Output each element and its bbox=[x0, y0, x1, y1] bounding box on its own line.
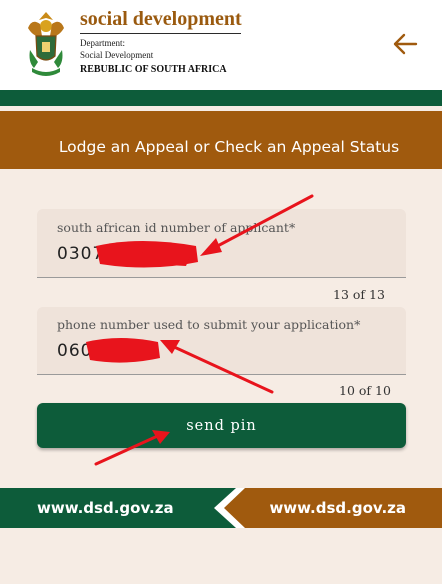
send-pin-label: send pin bbox=[186, 418, 257, 434]
footer-link-right[interactable]: www.dsd.gov.za bbox=[269, 488, 406, 528]
brand-divider bbox=[80, 33, 241, 34]
department-name: Social Development bbox=[80, 50, 154, 60]
page-banner: Lodge an Appeal or Check an Appeal Statu… bbox=[0, 111, 442, 169]
id-number-field[interactable]: south african id number of applicant* 03… bbox=[37, 209, 406, 278]
arrow-left-icon[interactable] bbox=[392, 32, 418, 56]
send-pin-button[interactable]: send pin bbox=[37, 403, 406, 448]
phone-number-label: phone number used to submit your applica… bbox=[57, 317, 361, 332]
id-number-counter: 13 of 13 bbox=[333, 287, 385, 302]
site-header: social development Department: Social De… bbox=[0, 0, 442, 90]
phone-number-input[interactable]: 060 bbox=[57, 341, 92, 361]
id-number-label: south african id number of applicant* bbox=[57, 220, 296, 235]
phone-number-field[interactable]: phone number used to submit your applica… bbox=[37, 307, 406, 375]
department-label: Department: bbox=[80, 38, 125, 48]
page-title: Lodge an Appeal or Check an Appeal Statu… bbox=[58, 138, 400, 156]
id-number-input[interactable]: 03073 bbox=[57, 244, 116, 264]
coat-of-arms-icon bbox=[28, 12, 64, 76]
footer-link-left[interactable]: www.dsd.gov.za bbox=[37, 488, 174, 528]
phone-number-counter: 10 of 10 bbox=[339, 383, 391, 398]
brand-title: social development bbox=[80, 8, 242, 30]
header-stripe bbox=[0, 90, 442, 106]
country-name: REBUBLIC OF SOUTH AFRICA bbox=[80, 64, 227, 75]
